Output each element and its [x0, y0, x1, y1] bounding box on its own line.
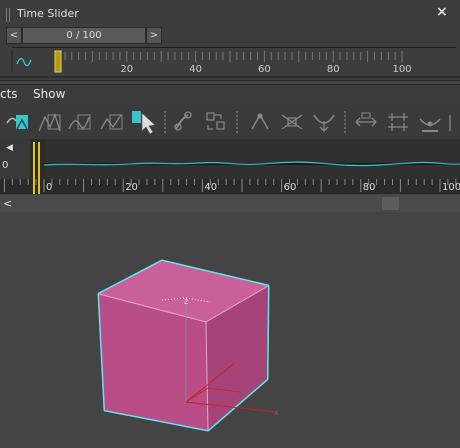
menu-item-controllers[interactable]: cts: [0, 87, 18, 101]
tangent-auto-icon[interactable]: [36, 107, 64, 137]
scale-values-icon[interactable]: [278, 107, 306, 137]
insert-keys-icon[interactable]: [310, 107, 338, 137]
ruler-label: 20: [120, 64, 133, 75]
move-keys-icon[interactable]: [170, 107, 198, 137]
retime-tool-icon[interactable]: [384, 107, 412, 137]
curve-time-ruler[interactable]: 0 20 40 60 80 100: [0, 179, 460, 194]
ruler-label: 80: [327, 64, 340, 75]
panel-grip-handle[interactable]: [6, 8, 12, 22]
next-frame-button[interactable]: >: [146, 27, 162, 44]
prev-frame-button[interactable]: <: [6, 27, 22, 44]
key-mode-icon[interactable]: [4, 107, 32, 137]
time-ruler[interactable]: 20 40 60 80 100: [0, 48, 460, 76]
select-arrow-icon[interactable]: [130, 107, 158, 137]
scale-keys-icon[interactable]: [202, 107, 230, 137]
z-axis-label: z: [184, 297, 188, 306]
ruler-label: 40: [189, 64, 202, 75]
curve-mini-icon[interactable]: [16, 57, 32, 67]
curve-ruler-label: 20: [125, 182, 138, 193]
curve-ruler-label: 0: [46, 182, 52, 193]
curve-ruler-label: 100: [442, 182, 460, 193]
toolbar-overflow-icon[interactable]: [448, 107, 460, 137]
region-tool-icon[interactable]: [352, 107, 380, 137]
viewport-scene[interactable]: z y x: [0, 212, 460, 448]
simplify-curve-icon[interactable]: [416, 107, 444, 137]
panel-bottom-edge: [0, 76, 460, 78]
curve-editor-menubar: [0, 84, 460, 106]
curve-ruler-label: 60: [284, 182, 297, 193]
scrollbar-thumb[interactable]: [382, 197, 399, 210]
tangent-fast-icon[interactable]: [98, 107, 126, 137]
ruler-ticks: [57, 51, 403, 62]
ruler-label: 100: [392, 64, 411, 75]
x-axis-label: x: [274, 408, 279, 417]
menu-item-show[interactable]: Show: [33, 87, 65, 101]
curve-ruler-label: 80: [363, 182, 376, 193]
y-axis-label: y: [233, 356, 238, 365]
toolbar-separator: [344, 111, 346, 133]
frame-counter-field[interactable]: 0 / 100: [22, 27, 146, 44]
scroll-left-icon[interactable]: <: [3, 197, 12, 210]
curve-ruler-label: 40: [204, 182, 217, 193]
toolbar-separator: [236, 111, 238, 133]
box-object[interactable]: [98, 261, 269, 431]
slide-keys-icon[interactable]: [246, 107, 274, 137]
close-icon[interactable]: ×: [436, 4, 448, 20]
panel-title: Time Slider: [17, 7, 79, 20]
toolbar-separator: [164, 111, 166, 133]
ruler-label: 60: [258, 64, 271, 75]
tangent-spline-icon[interactable]: [66, 107, 94, 137]
curve-ruler-ticks: [3, 179, 457, 192]
curve-editor-toolbar: [0, 105, 460, 139]
time-slider-thumb[interactable]: [54, 50, 62, 73]
